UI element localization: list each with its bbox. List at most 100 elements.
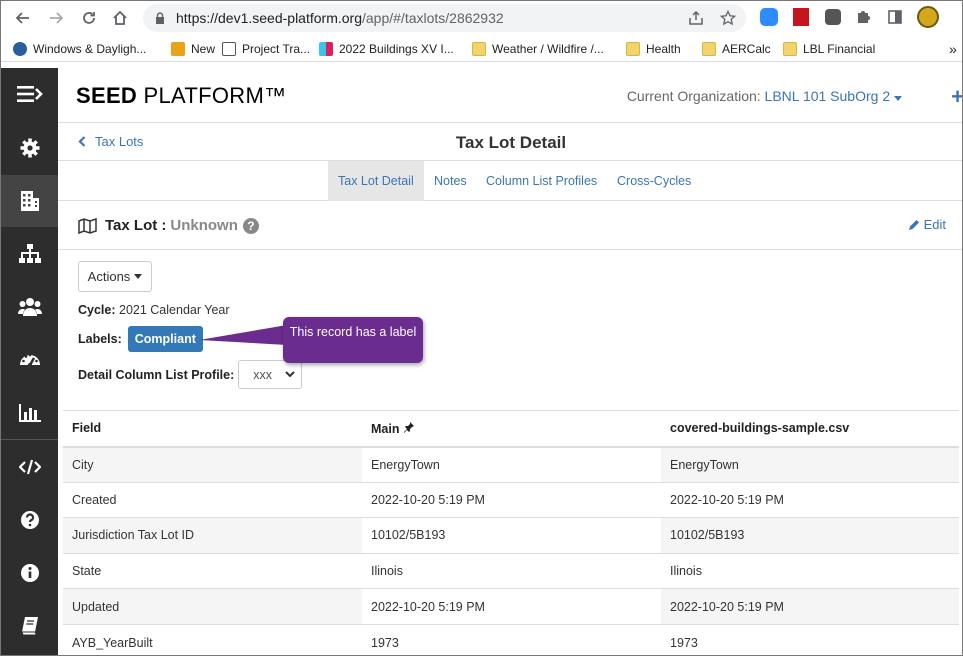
bookmark-item[interactable]: AERCalc: [702, 40, 771, 58]
url-text: https://dev1.seed-platform.org/app/#/tax…: [176, 10, 504, 26]
folder-icon: [783, 42, 797, 56]
label-badge-compliant[interactable]: Compliant: [127, 326, 203, 352]
help-question-icon[interactable]: ?: [242, 217, 259, 234]
bookmark-item[interactable]: New: [171, 40, 215, 58]
cell-source: 1973: [661, 623, 959, 655]
tab-column-list-profiles[interactable]: Column List Profiles: [476, 161, 607, 201]
menu-toggle-icon[interactable]: [1, 68, 58, 120]
reload-icon[interactable]: [77, 6, 101, 30]
edit-button[interactable]: Edit: [908, 217, 946, 232]
profile-row: Detail Column List Profile: xxx: [78, 360, 303, 389]
brand-bold: SEED: [76, 83, 138, 108]
table-row: AYB_YearBuilt 1973 1973: [63, 623, 959, 655]
org-dropdown[interactable]: LBNL 101 SubOrg 2: [765, 88, 902, 104]
cell-main: Ilinois: [362, 552, 661, 589]
help-question-icon[interactable]: [1, 494, 58, 546]
settings-gear-icon[interactable]: [1, 122, 58, 174]
forward-arrow-icon[interactable]: [44, 6, 68, 30]
cell-field: Jurisdiction Tax Lot ID: [63, 517, 362, 554]
browser-toolbar: https://dev1.seed-platform.org/app/#/tax…: [1, 1, 962, 35]
caret-down-icon: [894, 96, 902, 101]
cell-field: State: [63, 552, 362, 589]
profile-avatar[interactable]: [916, 5, 940, 29]
cell-main: 2022-10-20 5:19 PM: [362, 588, 661, 625]
column-header-field[interactable]: Field: [63, 410, 362, 448]
home-icon[interactable]: [108, 6, 132, 30]
column-header-main[interactable]: Main: [362, 410, 661, 448]
table-header-row: Field Main covered-buildings-sample.csv: [63, 410, 959, 448]
bookmark-item[interactable]: Project Tra...: [222, 40, 310, 58]
cell-source: 2022-10-20 5:19 PM: [661, 588, 959, 625]
code-icon[interactable]: [1, 441, 58, 493]
puzzle-icon[interactable]: [853, 7, 873, 27]
bookmark-item[interactable]: LBL Financial: [783, 40, 875, 58]
folder-icon: [626, 42, 640, 56]
callout-pointer: [199, 325, 287, 345]
map-icon: [78, 217, 97, 234]
tab-tax-lot-detail[interactable]: Tax Lot Detail: [328, 161, 424, 201]
add-plus-button[interactable]: +: [951, 84, 962, 110]
tab-cross-cycles[interactable]: Cross-Cycles: [607, 161, 701, 201]
table-row: Jurisdiction Tax Lot ID 10102/5B193 10102/…: [63, 517, 959, 554]
star-icon[interactable]: [720, 10, 736, 26]
cell-main: EnergyTown: [362, 446, 661, 483]
bookmark-item[interactable]: Weather / Wildfire /...: [472, 40, 604, 58]
section-status: Unknown: [170, 217, 238, 234]
cell-field: AYB_YearBuilt: [63, 623, 362, 655]
labels-label: Labels:: [78, 332, 122, 346]
cell-source: 2022-10-20 5:19 PM: [661, 481, 959, 518]
brand-logo[interactable]: SEED PLATFORM™: [76, 83, 286, 109]
sidebar-divider: [1, 439, 58, 440]
labels-row: Labels: Compliant: [78, 326, 203, 352]
column-profile-select[interactable]: xxx: [238, 360, 303, 389]
share-icon[interactable]: [688, 11, 704, 26]
bookmark-label: LBL Financial: [803, 42, 876, 56]
buildings-icon[interactable]: [1, 175, 58, 227]
book-icon[interactable]: [1, 600, 58, 652]
bar-chart-icon[interactable]: [1, 387, 58, 439]
pin-icon[interactable]: [403, 421, 415, 433]
bookmark-item[interactable]: Windows & Dayligh...: [13, 40, 146, 58]
page-icon: [222, 42, 236, 56]
users-icon[interactable]: [1, 281, 58, 333]
sitemap-icon[interactable]: [1, 228, 58, 280]
bookmark-item[interactable]: 2022 Buildings XV I...: [319, 40, 454, 58]
section-header: Tax Lot : Unknown ? Edit: [58, 201, 962, 250]
eta-icon: [13, 42, 27, 56]
page-title: Tax Lot Detail: [455, 133, 567, 152]
bookmark-label: New: [191, 42, 216, 56]
zoom-extension-icon[interactable]: [759, 7, 779, 27]
folder-icon: [472, 42, 486, 56]
sidebar: [1, 68, 58, 655]
extension-icon[interactable]: [823, 7, 843, 27]
cycle-info: Cycle: 2021 Calendar Year: [78, 303, 230, 317]
side-panel-icon[interactable]: [885, 7, 905, 27]
profile-value: xxx: [253, 367, 273, 382]
cycle-value: 2021 Calendar Year: [115, 303, 230, 317]
bookmark-label: 2022 Buildings XV I...: [339, 42, 454, 56]
bookmark-label: Weather / Wildfire /...: [492, 42, 604, 56]
title-bar: Tax Lots Tax Lot Detail: [58, 123, 962, 161]
bookmarks-more[interactable]: »: [949, 40, 957, 58]
url-path: /app/#/taxlots/2862932: [362, 10, 504, 26]
tab-bar: Tax Lot Detail Notes Column List Profile…: [58, 161, 962, 201]
bookmarks-bar: Windows & Dayligh... New Project Tra... …: [1, 35, 962, 62]
table-row: Created 2022-10-20 5:19 PM 2022-10-20 5:19…: [63, 481, 959, 518]
bookmark-item[interactable]: Health: [626, 40, 681, 58]
folder-icon: [702, 42, 716, 56]
dashboard-gauge-icon[interactable]: [1, 334, 58, 386]
address-bar[interactable]: https://dev1.seed-platform.org/app/#/tax…: [143, 4, 746, 32]
tab-notes[interactable]: Notes: [424, 161, 477, 201]
info-icon[interactable]: [1, 547, 58, 599]
cell-field: Updated: [63, 588, 362, 625]
cell-source: Ilinois: [661, 552, 959, 589]
brand-rest: PLATFORM™: [137, 83, 287, 108]
actions-dropdown-button[interactable]: Actions: [78, 261, 152, 292]
column-header-source[interactable]: covered-buildings-sample.csv: [661, 410, 959, 448]
back-arrow-icon[interactable]: [11, 6, 35, 30]
callout-annotation: This record has a label: [283, 317, 423, 363]
pdf-extension-icon[interactable]: [791, 7, 811, 27]
cell-field: Created: [63, 481, 362, 518]
current-organization: Current Organization: LBNL 101 SubOrg 2: [627, 88, 902, 104]
url-host: https://dev1.seed-platform.org: [176, 10, 362, 26]
